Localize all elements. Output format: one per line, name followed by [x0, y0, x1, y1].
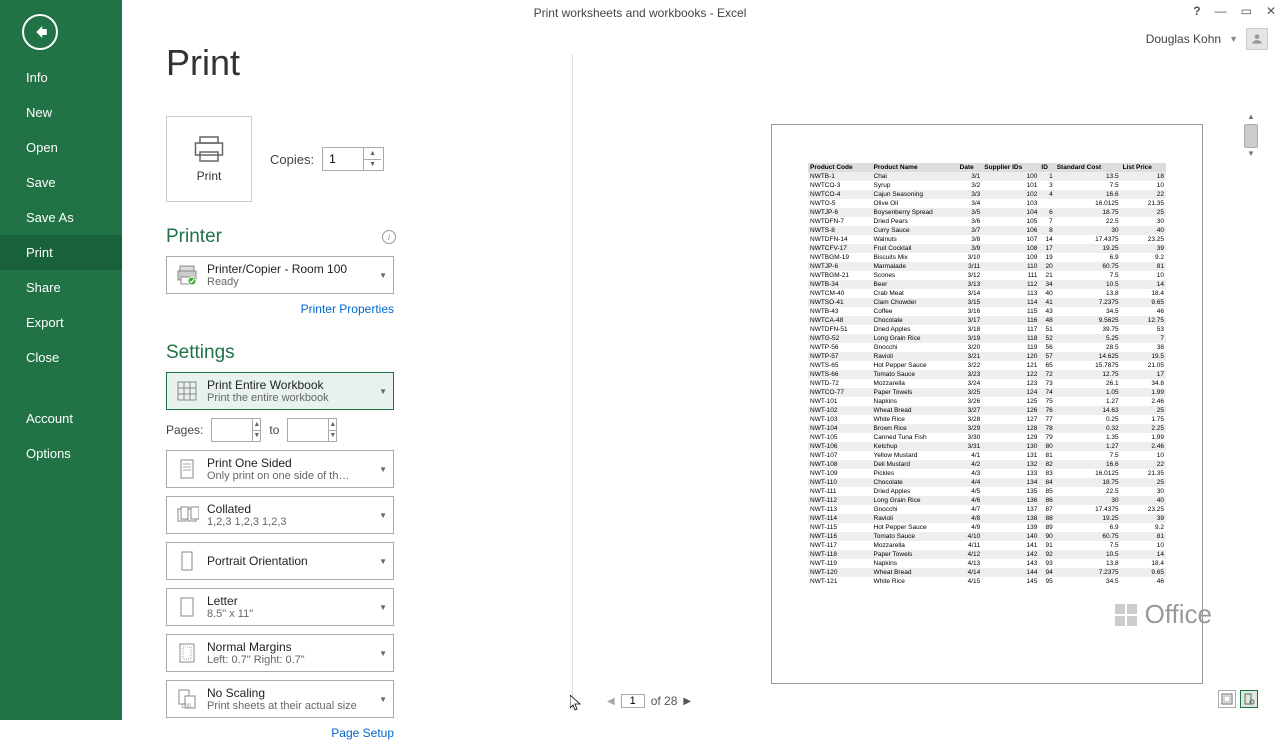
chevron-down-icon: ▼	[375, 603, 387, 612]
paper-sub: 8.5" x 11"	[207, 608, 375, 620]
scaling-select[interactable]: 100 No Scaling Print sheets at their act…	[166, 680, 394, 718]
collate-select[interactable]: Collated 1,2,3 1,2,3 1,2,3 ▼	[166, 496, 394, 534]
page-number-input[interactable]	[621, 694, 645, 708]
margins-sub: Left: 0.7" Right: 0.7"	[207, 654, 375, 666]
copies-down-icon[interactable]: ▼	[364, 160, 381, 171]
scrollbar-thumb[interactable]	[1244, 124, 1258, 148]
chevron-down-icon: ▼	[375, 557, 387, 566]
prev-page-icon[interactable]: ◀	[607, 696, 615, 707]
chevron-down-icon: ▼	[375, 387, 387, 396]
sidebar: Info New Open Save Save As Print Share E…	[0, 0, 122, 720]
preview-pane: ▲ ▼ Product CodeProduct NameDateSupplier…	[572, 54, 1262, 710]
show-margins-button[interactable]	[1218, 690, 1236, 708]
svg-text:100: 100	[181, 704, 192, 710]
orientation-title: Portrait Orientation	[207, 554, 375, 568]
orientation-select[interactable]: Portrait Orientation ▼	[166, 542, 394, 580]
printer-name: Printer/Copier - Room 100	[207, 262, 375, 276]
margins-title: Normal Margins	[207, 640, 375, 654]
sides-title: Print One Sided	[207, 456, 375, 470]
preview-table: Product CodeProduct NameDateSupplier IDs…	[808, 163, 1166, 586]
copies-stepper[interactable]: ▲▼	[322, 147, 384, 171]
collate-sub: 1,2,3 1,2,3 1,2,3	[207, 516, 375, 528]
nav-options[interactable]: Options	[0, 436, 122, 471]
scaling-sub: Print sheets at their actual size	[207, 700, 375, 712]
back-button[interactable]	[22, 14, 58, 50]
info-icon[interactable]: i	[382, 230, 396, 244]
workbook-icon	[173, 377, 201, 405]
nav-print[interactable]: Print	[0, 235, 122, 270]
copies-up-icon[interactable]: ▲	[364, 148, 381, 160]
nav-share[interactable]: Share	[0, 270, 122, 305]
pages-to-stepper[interactable]: ▲▼	[287, 418, 337, 442]
chevron-down-icon: ▼	[375, 271, 387, 280]
collate-title: Collated	[207, 502, 375, 516]
nav-info[interactable]: Info	[0, 60, 122, 95]
copies-label: Copies:	[270, 152, 314, 167]
nav-close[interactable]: Close	[0, 340, 122, 375]
nav-save[interactable]: Save	[0, 165, 122, 200]
portrait-icon	[173, 547, 201, 575]
chevron-down-icon: ▼	[375, 465, 387, 474]
printer-icon	[173, 261, 201, 289]
collate-icon	[173, 501, 201, 529]
nav-new[interactable]: New	[0, 95, 122, 130]
chevron-down-icon: ▼	[375, 511, 387, 520]
margins-icon	[173, 639, 201, 667]
nav-account[interactable]: Account	[0, 401, 122, 436]
page-total: of 28	[651, 694, 678, 708]
printer-heading: Printer	[166, 226, 222, 248]
print-what-select[interactable]: Print Entire Workbook Print the entire w…	[166, 372, 394, 410]
chevron-down-icon: ▼	[375, 649, 387, 658]
pages-label: Pages:	[166, 423, 203, 437]
printer-select[interactable]: Printer/Copier - Room 100 Ready ▼	[166, 256, 394, 294]
margins-select[interactable]: Normal Margins Left: 0.7" Right: 0.7" ▼	[166, 634, 394, 672]
pages-to-input[interactable]	[288, 423, 328, 437]
copies-input[interactable]	[323, 152, 363, 166]
sides-sub: Only print on one side of th…	[207, 470, 375, 482]
print-what-title: Print Entire Workbook	[207, 378, 375, 392]
paper-select[interactable]: Letter 8.5" x 11" ▼	[166, 588, 394, 626]
printer-properties-link[interactable]: Printer Properties	[301, 302, 394, 316]
scroll-up-icon[interactable]: ▲	[1244, 112, 1258, 124]
sides-select[interactable]: Print One Sided Only print on one side o…	[166, 450, 394, 488]
page-setup-link[interactable]: Page Setup	[331, 726, 394, 740]
settings-heading: Settings	[166, 342, 235, 364]
zoom-to-page-button[interactable]	[1240, 690, 1258, 708]
paper-icon	[173, 593, 201, 621]
print-button[interactable]: Print	[166, 116, 252, 202]
nav-save-as[interactable]: Save As	[0, 200, 122, 235]
pages-from-stepper[interactable]: ▲▼	[211, 418, 261, 442]
nav-export[interactable]: Export	[0, 305, 122, 340]
chevron-down-icon: ▼	[375, 695, 387, 704]
office-logo: Office	[1115, 599, 1212, 630]
nav-open[interactable]: Open	[0, 130, 122, 165]
scroll-down-icon[interactable]: ▼	[1244, 149, 1258, 161]
page-single-icon	[173, 455, 201, 483]
print-what-sub: Print the entire workbook	[207, 392, 375, 404]
paper-title: Letter	[207, 594, 375, 608]
print-button-label: Print	[197, 169, 222, 183]
scaling-icon: 100	[173, 685, 201, 713]
printer-status: Ready	[207, 276, 375, 288]
pages-to-label: to	[269, 423, 279, 437]
scaling-title: No Scaling	[207, 686, 375, 700]
pages-from-input[interactable]	[212, 423, 252, 437]
next-page-icon[interactable]: ▶	[683, 696, 691, 707]
